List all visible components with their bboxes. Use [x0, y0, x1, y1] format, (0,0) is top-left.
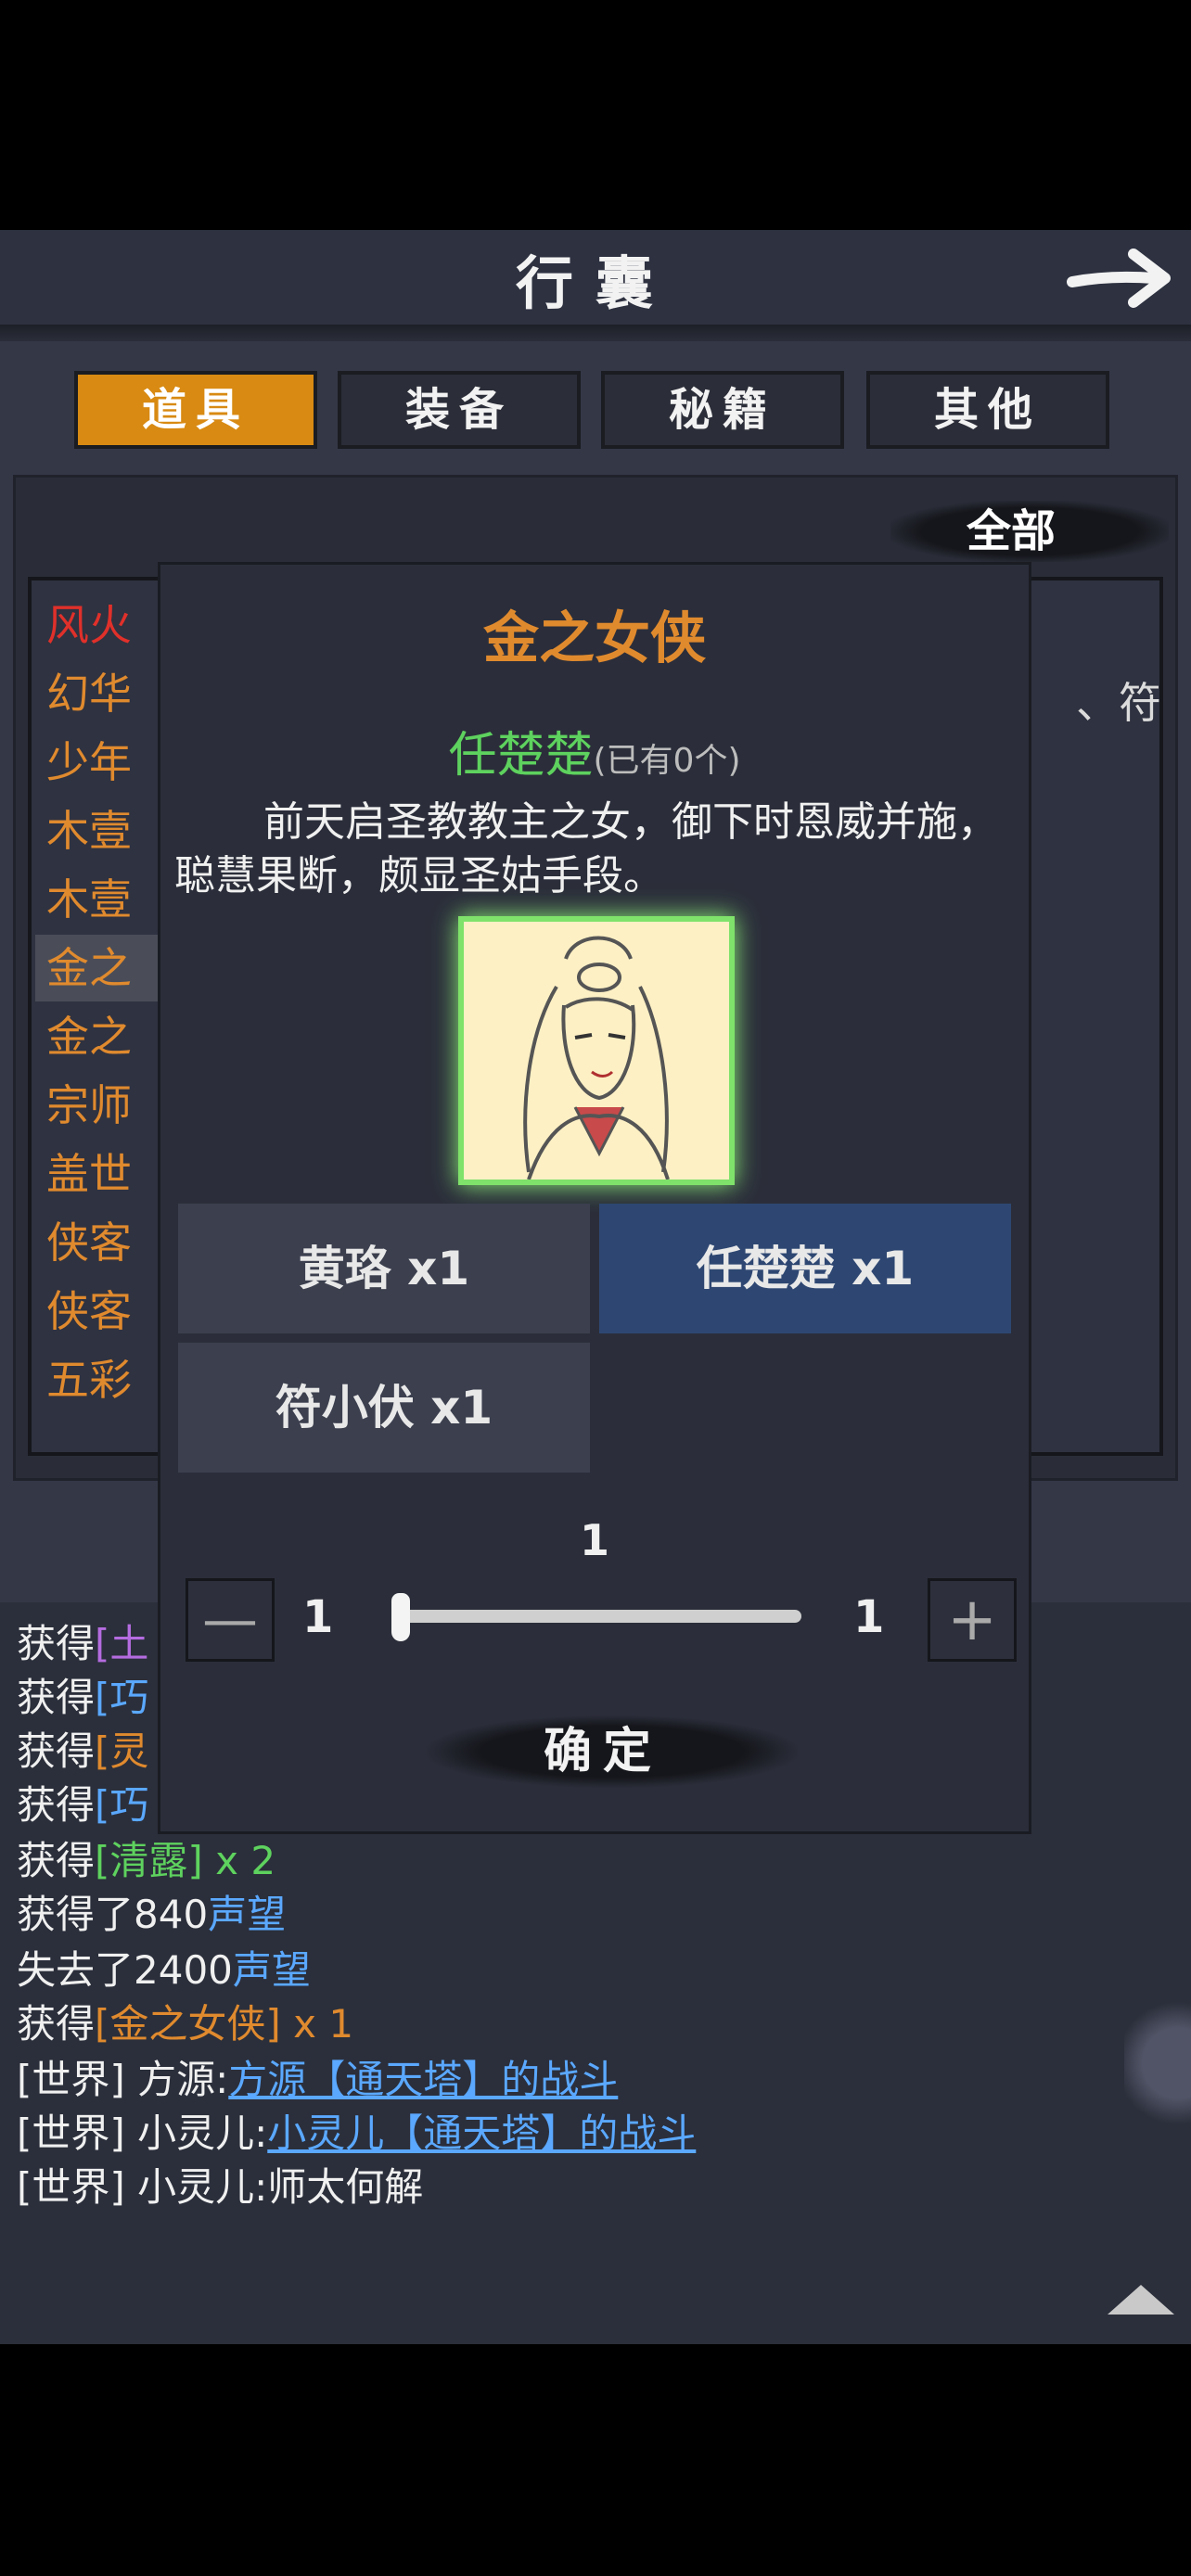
log-text: 获得 — [17, 1838, 96, 1883]
tab-items[interactable]: 道具 — [74, 371, 317, 449]
back-arrow-icon[interactable] — [1065, 239, 1176, 313]
log-text: 获得 — [17, 1675, 96, 1720]
log-text: [世界] 小灵儿:师太何解 — [17, 2164, 424, 2210]
dialog-title: 金之女侠 — [483, 606, 706, 671]
log-text: 获得 — [17, 2001, 96, 2047]
log-item: 声望 — [232, 1947, 311, 1993]
slider-thumb[interactable] — [391, 1593, 410, 1641]
confirm-button[interactable]: 确定 — [482, 1715, 724, 1788]
scroll-up-icon[interactable] — [1104, 2281, 1178, 2318]
quantity-slider[interactable] — [401, 1610, 801, 1623]
log-line: 获得[金之女侠] x 1 — [17, 1997, 353, 2051]
battle-link[interactable]: 方源【通天塔】的战斗 — [228, 2057, 618, 2102]
log-item: [巧 — [95, 1782, 149, 1828]
log-text: 获得 — [17, 1782, 96, 1828]
list-item[interactable]: 木壹 — [46, 797, 132, 864]
slider-max-label: 1 — [853, 1591, 885, 1643]
log-line: 获得[灵 — [17, 1725, 148, 1779]
slider-min-label: 1 — [302, 1591, 334, 1643]
log-item: 声望 — [208, 1892, 287, 1937]
list-item[interactable]: 五彩 — [46, 1346, 132, 1413]
log-line: 获得[巧 — [17, 1779, 148, 1832]
option-button[interactable]: 符小伏 x1 — [178, 1343, 590, 1473]
log-text: [世界] 小灵儿: — [17, 2111, 268, 2156]
log-text: 获得了840 — [17, 1892, 209, 1937]
log-text: 获得 — [17, 1728, 96, 1774]
list-item[interactable]: 盖世 — [46, 1141, 132, 1207]
log-line: 获得[巧 — [17, 1671, 148, 1725]
log-line: [世界] 小灵儿:小灵儿【通天塔】的战斗 — [17, 2107, 696, 2161]
log-text: [世界] 方源: — [17, 2057, 229, 2102]
tab-equipment[interactable]: 装备 — [338, 371, 581, 449]
tab-manuals[interactable]: 秘籍 — [601, 371, 844, 449]
list-item[interactable]: 侠客 — [46, 1278, 132, 1345]
tab-other[interactable]: 其他 — [866, 371, 1109, 449]
option-button[interactable]: 黄珞 x1 — [178, 1204, 590, 1333]
option-button-selected[interactable]: 任楚楚 x1 — [599, 1204, 1011, 1333]
log-item: [金之女侠] x 1 — [95, 2001, 354, 2047]
list-item[interactable]: 宗师 — [46, 1072, 132, 1139]
minus-icon[interactable]: — — [186, 1578, 275, 1662]
character-name: 任楚楚 — [448, 728, 594, 784]
list-item[interactable]: 少年 — [46, 729, 132, 796]
list-item[interactable]: 木壹 — [46, 866, 132, 933]
log-line: 获得[土 — [17, 1617, 148, 1671]
log-line: 失去了2400声望 — [17, 1944, 311, 1997]
filter-all-button[interactable]: 全部 — [937, 501, 1085, 562]
character-line: 任楚楚(已有0个) — [158, 716, 1031, 785]
quantity-value: 1 — [579, 1515, 609, 1565]
log-text: 获得 — [17, 1621, 96, 1666]
side-avatar[interactable] — [1124, 1994, 1191, 2133]
log-line: 获得[清露] x 2 — [17, 1834, 275, 1888]
list-item[interactable]: 幻华 — [46, 660, 132, 727]
log-item: [灵 — [95, 1728, 149, 1774]
owned-count: (已有0个) — [593, 742, 741, 780]
item-description: 前天启圣教教主之女，御下时恩威并施，聪慧果断，颇显圣姑手段。 — [174, 798, 998, 899]
list-item[interactable]: 风火 — [46, 592, 132, 658]
log-item: [巧 — [95, 1675, 149, 1720]
log-text: 失去了2400 — [17, 1947, 233, 1993]
log-line: [世界] 小灵儿:师太何解 — [17, 2161, 423, 2214]
log-item: [土 — [95, 1621, 149, 1666]
list-item[interactable]: 侠客 — [46, 1209, 132, 1276]
log-line: [世界] 方源:方源【通天塔】的战斗 — [17, 2053, 618, 2107]
list-item-description-snippet: 、符 — [1076, 678, 1161, 728]
battle-link[interactable]: 小灵儿【通天塔】的战斗 — [267, 2111, 696, 2156]
page-title: 行囊 — [515, 249, 675, 317]
log-item: [清露] x 2 — [95, 1838, 276, 1883]
log-line: 获得了840声望 — [17, 1888, 286, 1942]
plus-icon[interactable]: + — [928, 1578, 1017, 1662]
character-portrait — [458, 916, 735, 1185]
list-item[interactable]: 金之 — [46, 1003, 132, 1070]
